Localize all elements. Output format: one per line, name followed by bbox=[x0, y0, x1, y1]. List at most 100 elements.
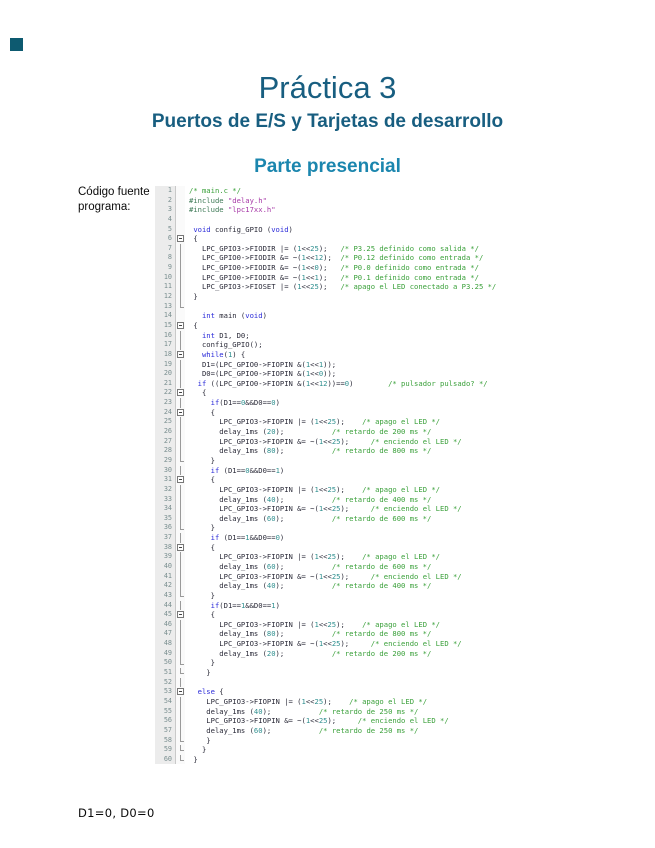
fold-margin bbox=[176, 214, 185, 225]
line-number: 45 bbox=[155, 610, 176, 620]
code-text: LPC_GPIO3->FIOPIN &= ~(1<<25); /* encien… bbox=[189, 571, 462, 581]
fold-margin bbox=[176, 571, 185, 582]
code-text: delay_1ms (40); /* retardo de 250 ms */ bbox=[189, 706, 419, 716]
code-line: 34 LPC_GPIO3->FIOPIN &= ~(1<<25); /* enc… bbox=[155, 504, 500, 514]
fold-margin bbox=[176, 533, 185, 543]
fold-margin bbox=[176, 455, 185, 466]
code-text: { bbox=[189, 407, 215, 417]
code-line: 43 } bbox=[155, 590, 500, 601]
fold-margin bbox=[176, 600, 185, 611]
line-number: 6 bbox=[155, 234, 176, 244]
code-line: 1 /* main.c */ bbox=[155, 186, 500, 196]
code-text: /* main.c */ bbox=[189, 186, 241, 195]
fold-marker-icon[interactable] bbox=[176, 320, 185, 331]
fold-margin bbox=[176, 725, 185, 736]
code-line: 28 delay_1ms (80); /* retardo de 800 ms … bbox=[155, 446, 500, 456]
line-number: 28 bbox=[155, 446, 176, 456]
code-text: int main (void) bbox=[201, 311, 267, 321]
fold-margin bbox=[176, 224, 185, 235]
fold-margin bbox=[176, 398, 185, 408]
code-text: D1=(LPC_GPIO0->FIOPIN &(1<<1)); bbox=[189, 359, 337, 369]
code-line: 35 delay_1ms (60); /* retardo de 600 ms … bbox=[155, 513, 500, 524]
fold-margin bbox=[176, 735, 185, 746]
code-line: 30 if (D1==0&&D0==1) bbox=[155, 465, 500, 476]
code-text: if ((LPC_GPIO0->FIOPIN &(1<<12))==0) /* … bbox=[197, 378, 488, 388]
code-text: config_GPIO(); bbox=[189, 340, 263, 350]
fold-marker-icon[interactable] bbox=[176, 234, 185, 244]
code-text: LPC_GPIO3->FIOPIN &= ~(1<<25); /* encien… bbox=[189, 639, 462, 649]
fold-margin bbox=[176, 340, 185, 350]
fold-margin bbox=[176, 484, 185, 495]
code-text: if(D1==0&&D0==0) bbox=[210, 398, 280, 408]
line-number: 22 bbox=[155, 388, 176, 399]
code-text: delay_1ms (60); /* retardo de 600 ms */ bbox=[189, 513, 432, 523]
line-number: 21 bbox=[155, 378, 176, 389]
fold-margin bbox=[176, 301, 185, 312]
code-text: int D1, D0; bbox=[201, 330, 250, 340]
code-line: 37 if (D1==1&&D0==0) bbox=[155, 533, 500, 543]
line-number: 32 bbox=[155, 484, 176, 495]
line-number: 23 bbox=[155, 398, 176, 408]
line-number: 15 bbox=[155, 320, 176, 331]
code-line: 36 } bbox=[155, 523, 500, 534]
code-editor-screenshot: 1 /* main.c */ 2 #include "delay.h" 3 #includ… bbox=[155, 186, 500, 765]
line-number: 3 bbox=[155, 205, 176, 215]
code-text: { bbox=[189, 610, 215, 620]
fold-margin bbox=[176, 436, 185, 447]
fold-margin bbox=[176, 243, 185, 254]
code-line: 23 if(D1==0&&D0==0) bbox=[155, 398, 500, 408]
fold-marker-icon[interactable] bbox=[176, 542, 185, 553]
code-line: 29 } bbox=[155, 455, 500, 466]
fold-margin bbox=[176, 552, 185, 562]
line-number: 41 bbox=[155, 571, 176, 582]
code-line: 33 delay_1ms (40); /* retardo de 400 ms … bbox=[155, 494, 500, 505]
code-line: 56 LPC_GPIO3->FIOPIN &= ~(1<<25); /* enc… bbox=[155, 716, 500, 726]
fold-marker-icon[interactable] bbox=[176, 388, 185, 399]
code-line: 10 LPC_GPIO0->FIODIR &= ~(1<<1); /* P0.1… bbox=[155, 272, 500, 283]
page-subtitle: Puertos de E/S y Tarjetas de desarrollo bbox=[151, 111, 504, 132]
line-number: 18 bbox=[155, 349, 176, 360]
code-line: 3 #include "lpc17xx.h" bbox=[155, 205, 500, 215]
fold-marker-icon[interactable] bbox=[176, 687, 185, 697]
code-line: 19 D1=(LPC_GPIO0->FIOPIN &(1<<1)); bbox=[155, 359, 500, 370]
fold-margin bbox=[176, 619, 185, 630]
fold-marker-icon[interactable] bbox=[176, 349, 185, 360]
code-text: delay_1ms (20); /* retardo de 200 ms */ bbox=[189, 427, 432, 437]
code-text: { bbox=[189, 234, 198, 244]
line-number: 35 bbox=[155, 513, 176, 524]
line-number: 52 bbox=[155, 677, 176, 688]
code-line: 13 bbox=[155, 301, 500, 312]
line-number: 59 bbox=[155, 745, 176, 755]
line-number: 53 bbox=[155, 687, 176, 697]
line-number: 31 bbox=[155, 475, 176, 485]
corner-square-mark bbox=[10, 38, 23, 51]
fold-margin bbox=[176, 561, 185, 572]
section-heading: Parte presencial bbox=[254, 156, 401, 177]
code-text: LPC_GPIO3->FIOPIN |= (1<<25); /* apago e… bbox=[189, 552, 440, 562]
code-line: 14 int main (void) bbox=[155, 311, 500, 321]
line-number: 2 bbox=[155, 195, 176, 206]
fold-margin bbox=[176, 504, 185, 514]
fold-margin bbox=[176, 427, 185, 437]
code-text: LPC_GPIO3->FIOPIN |= (1<<25); /* apago e… bbox=[189, 619, 440, 629]
code-line: 50 } bbox=[155, 658, 500, 669]
code-text: { bbox=[189, 388, 207, 398]
fold-margin bbox=[176, 639, 185, 649]
code-text: delay_1ms (20); /* retardo de 200 ms */ bbox=[189, 648, 432, 658]
code-line: 27 LPC_GPIO3->FIOPIN &= ~(1<<25); /* enc… bbox=[155, 436, 500, 447]
code-text: delay_1ms (60); /* retardo de 250 ms */ bbox=[189, 725, 419, 735]
code-text: } bbox=[189, 292, 198, 302]
line-number: 29 bbox=[155, 455, 176, 466]
fold-margin bbox=[176, 330, 185, 341]
fold-margin bbox=[176, 668, 185, 678]
code-text: LPC_GPIO3->FIOPIN &= ~(1<<25); /* encien… bbox=[189, 716, 449, 726]
code-text: delay_1ms (40); /* retardo de 400 ms */ bbox=[189, 494, 432, 504]
fold-marker-icon[interactable] bbox=[176, 610, 185, 620]
code-text: while(1) { bbox=[201, 349, 246, 359]
fold-margin bbox=[176, 629, 185, 640]
fold-margin bbox=[176, 677, 185, 688]
fold-marker-icon[interactable] bbox=[176, 475, 185, 485]
fold-marker-icon[interactable] bbox=[176, 407, 185, 418]
code-line: 7 LPC_GPIO3->FIODIR |= (1<<25); /* P3.25… bbox=[155, 243, 500, 254]
